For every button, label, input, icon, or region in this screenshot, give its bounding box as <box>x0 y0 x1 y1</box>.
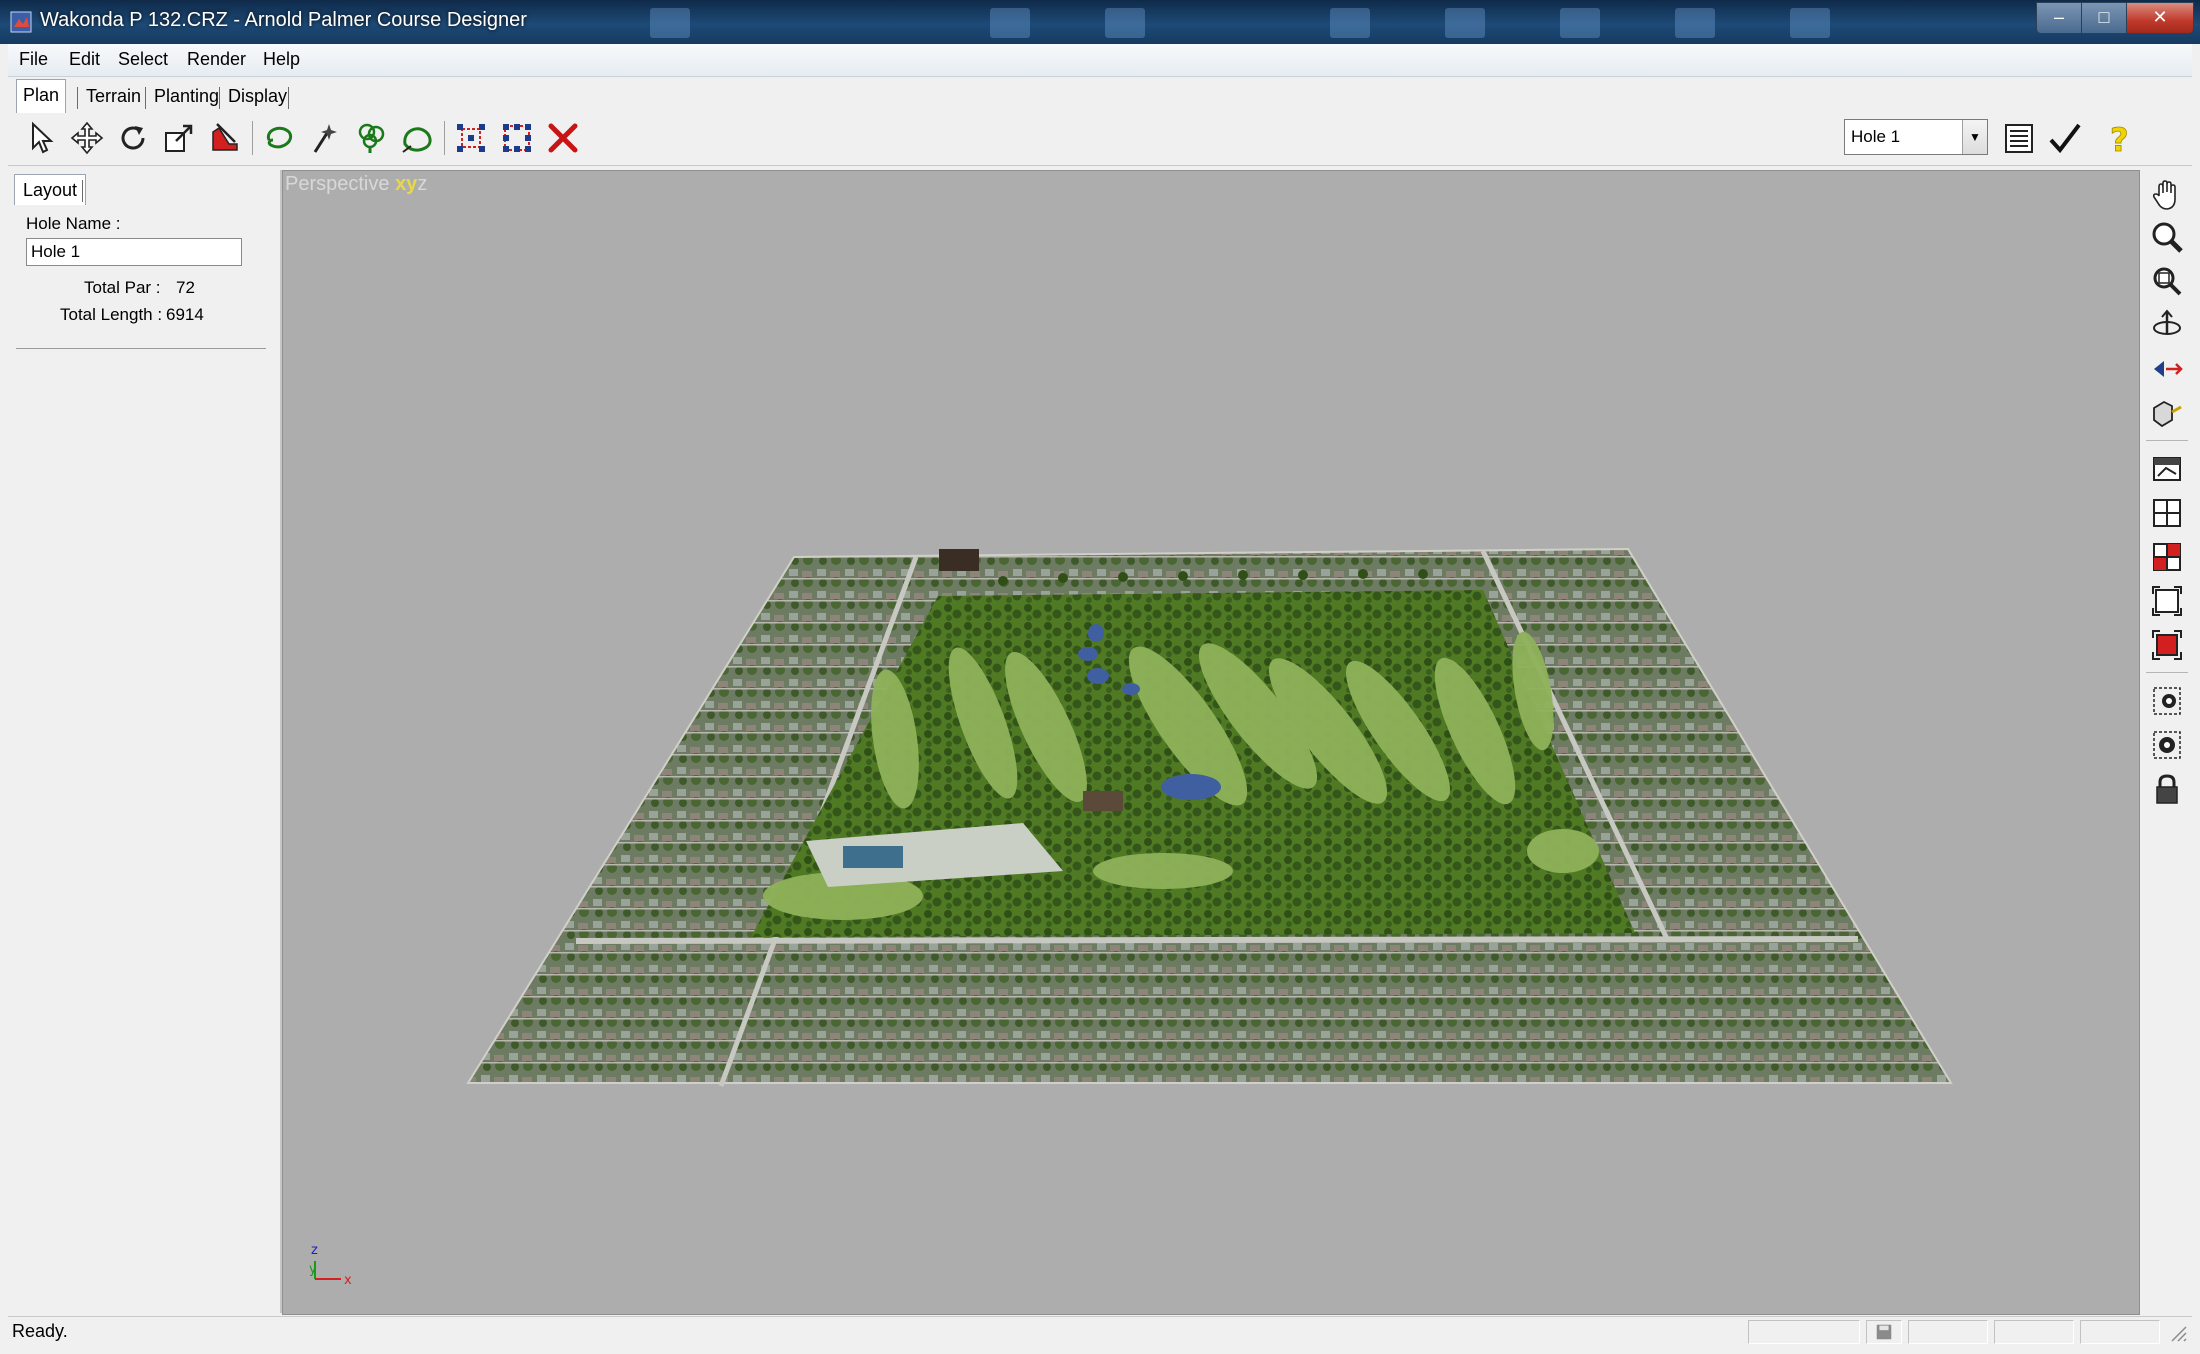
taskbar-ghost <box>1790 8 1830 38</box>
taskbar-ghost <box>1445 8 1485 38</box>
app-window: Wakonda P 132.CRZ - Arnold Palmer Course… <box>0 0 2200 1354</box>
tab-divider <box>288 87 289 109</box>
tab-plan[interactable]: Plan <box>16 79 67 113</box>
tab-display[interactable]: Display <box>222 81 293 111</box>
view-red-icon[interactable] <box>2148 538 2186 576</box>
scale-icon[interactable] <box>158 117 200 159</box>
axis-gizmo: z y x <box>309 1243 352 1288</box>
disk-icon <box>1876 1324 1892 1340</box>
select-arrow-icon[interactable] <box>20 117 62 159</box>
total-par-label: Total Par : <box>84 278 161 297</box>
resize-grip-icon[interactable] <box>2168 1323 2188 1343</box>
lasso-icon[interactable] <box>258 117 300 159</box>
total-par-value: 72 <box>176 278 195 297</box>
tab-divider <box>219 87 220 109</box>
mode-tabs: Plan Terrain Planting Display <box>8 77 2192 113</box>
hole-name-input[interactable]: Hole 1 <box>26 238 242 266</box>
delete-icon[interactable] <box>542 117 584 159</box>
status-pane <box>1748 1320 1860 1344</box>
zoom-icon[interactable] <box>2148 218 2186 256</box>
maximize-button[interactable]: □ <box>2081 2 2127 34</box>
frame-red-icon[interactable] <box>2148 626 2186 664</box>
status-pane <box>2080 1320 2160 1344</box>
view-mode-label: Perspective <box>285 173 390 195</box>
tab-layout[interactable]: Layout <box>14 174 87 205</box>
walk-icon[interactable] <box>2148 350 2186 388</box>
rotate-icon[interactable] <box>112 117 154 159</box>
tab-terrain[interactable]: Terrain <box>80 81 147 111</box>
minimize-button[interactable]: – <box>2036 2 2082 34</box>
frame-icon[interactable] <box>2148 582 2186 620</box>
taskbar-ghost <box>650 8 690 38</box>
pan-hand-icon[interactable] <box>2148 176 2186 214</box>
select-all-icon[interactable] <box>450 117 492 159</box>
freeform-icon[interactable] <box>396 117 438 159</box>
select-grid-icon[interactable] <box>496 117 538 159</box>
menu-help[interactable]: Help <box>263 49 300 70</box>
axes-z-label: z <box>417 173 428 195</box>
chevron-down-icon[interactable]: ▼ <box>1962 120 1987 154</box>
taskbar-ghost <box>1105 8 1145 38</box>
menu-bar: File Edit Select Render Help <box>8 44 2192 77</box>
zoom-extents-icon[interactable] <box>2148 262 2186 300</box>
window-title: Wakonda P 132.CRZ - Arnold Palmer Course… <box>40 9 527 31</box>
app-icon <box>10 11 32 33</box>
strip-divider <box>2146 440 2188 441</box>
toolbar: Hole 1 ▼ ? <box>8 113 2192 166</box>
help-icon[interactable]: ? <box>2098 117 2140 159</box>
toolbar-divider <box>252 121 253 155</box>
axes-xy-label: xy <box>395 173 418 195</box>
menu-select[interactable]: Select <box>118 49 168 70</box>
axis-x-label: x <box>344 1273 352 1288</box>
camera-icon[interactable] <box>2148 394 2186 432</box>
panel-divider <box>16 348 266 349</box>
view-3d-icon[interactable] <box>2148 450 2186 488</box>
wand-icon[interactable] <box>304 117 346 159</box>
taskbar-ghost <box>1675 8 1715 38</box>
menu-file[interactable]: File <box>19 49 48 70</box>
view-tools <box>2142 170 2192 1313</box>
course-terrain: z y x <box>309 547 1953 1288</box>
close-button[interactable]: ✕ <box>2126 2 2194 34</box>
hole-dropdown[interactable]: Hole 1 ▼ <box>1844 119 1988 155</box>
target-icon[interactable] <box>2148 682 2186 720</box>
menu-render[interactable]: Render <box>187 49 246 70</box>
tab-divider <box>77 87 78 109</box>
view-quad-icon[interactable] <box>2148 494 2186 532</box>
taskbar-ghost <box>1330 8 1370 38</box>
tab-divider <box>82 180 83 202</box>
viewport-label: Perspective xyz <box>285 173 427 196</box>
taskbar-ghost <box>1560 8 1600 38</box>
title-bar: Wakonda P 132.CRZ - Arnold Palmer Course… <box>0 0 2200 44</box>
strip-divider <box>2146 672 2188 673</box>
status-bar: Ready. <box>8 1316 2192 1347</box>
target-dots-icon[interactable] <box>2148 726 2186 764</box>
total-length-label: Total Length : <box>60 305 163 324</box>
axis-y-label: y <box>309 1262 317 1277</box>
orbit-icon[interactable] <box>2148 306 2186 344</box>
menu-edit[interactable]: Edit <box>69 49 100 70</box>
toolbar-divider <box>444 121 445 155</box>
status-text: Ready. <box>12 1321 68 1341</box>
status-pane <box>1994 1320 2074 1344</box>
axis-z-label: z <box>311 1243 318 1258</box>
tab-divider <box>145 87 146 109</box>
layout-panel: Layout Hole Name : Hole 1 Total Par : 72… <box>8 170 282 1313</box>
tab-planting[interactable]: Planting <box>148 81 225 111</box>
erase-icon[interactable] <box>204 117 246 159</box>
checkmark-icon[interactable] <box>2044 117 2086 159</box>
svg-text:?: ? <box>2110 121 2129 156</box>
perspective-viewport[interactable]: z y x Perspective xyz <box>282 170 2140 1315</box>
move-icon[interactable] <box>66 117 108 159</box>
lock-icon[interactable] <box>2148 770 2186 808</box>
taskbar-ghost <box>990 8 1030 38</box>
total-length-value: 6914 <box>166 305 204 324</box>
status-pane <box>1908 1320 1988 1344</box>
status-pane <box>1866 1320 1902 1344</box>
hole-dropdown-value: Hole 1 <box>1851 127 1901 146</box>
hole-name-label: Hole Name : <box>26 214 121 233</box>
tree-icon[interactable] <box>350 117 392 159</box>
notes-icon[interactable] <box>1998 117 2040 159</box>
